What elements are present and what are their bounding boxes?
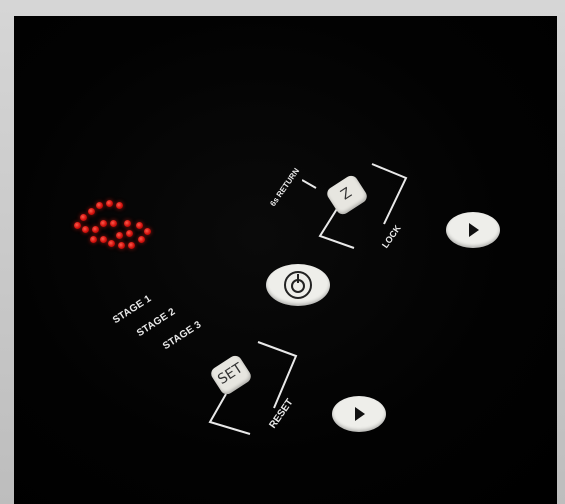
play-button-bottom[interactable] xyxy=(332,396,386,432)
play-arrow-icon xyxy=(355,407,365,421)
led-dot xyxy=(90,236,97,243)
led-dot xyxy=(100,236,107,243)
power-button[interactable] xyxy=(266,264,330,306)
led-dot xyxy=(128,242,135,249)
return-label: 6s RETURN xyxy=(268,166,302,209)
play-arrow-icon xyxy=(469,223,479,237)
led-display xyxy=(66,196,156,256)
led-dot xyxy=(124,220,131,227)
led-dot xyxy=(136,222,143,229)
stage-3-label: STAGE 3 xyxy=(161,319,204,353)
led-dot xyxy=(92,226,99,233)
led-dot xyxy=(100,220,107,227)
lock-bracket xyxy=(318,163,408,249)
led-dot xyxy=(116,232,123,239)
control-panel: STAGE 1 STAGE 2 STAGE 3 6s RETURN LOCK Z xyxy=(14,16,557,504)
led-dot xyxy=(110,220,117,227)
stage-2-label: STAGE 2 xyxy=(135,306,178,340)
power-icon xyxy=(284,271,312,299)
play-button-top[interactable] xyxy=(446,212,500,248)
led-dot xyxy=(96,202,103,209)
led-dot xyxy=(116,202,123,209)
led-dot xyxy=(138,236,145,243)
led-dot xyxy=(80,214,87,221)
led-dot xyxy=(108,240,115,247)
led-dot xyxy=(106,200,113,207)
led-dot xyxy=(126,230,133,237)
led-dot xyxy=(144,228,151,235)
led-dot xyxy=(74,222,81,229)
led-dot xyxy=(118,242,125,249)
device-frame: STAGE 1 STAGE 2 STAGE 3 6s RETURN LOCK Z xyxy=(0,0,565,504)
led-dot xyxy=(82,226,89,233)
led-dot xyxy=(88,208,95,215)
